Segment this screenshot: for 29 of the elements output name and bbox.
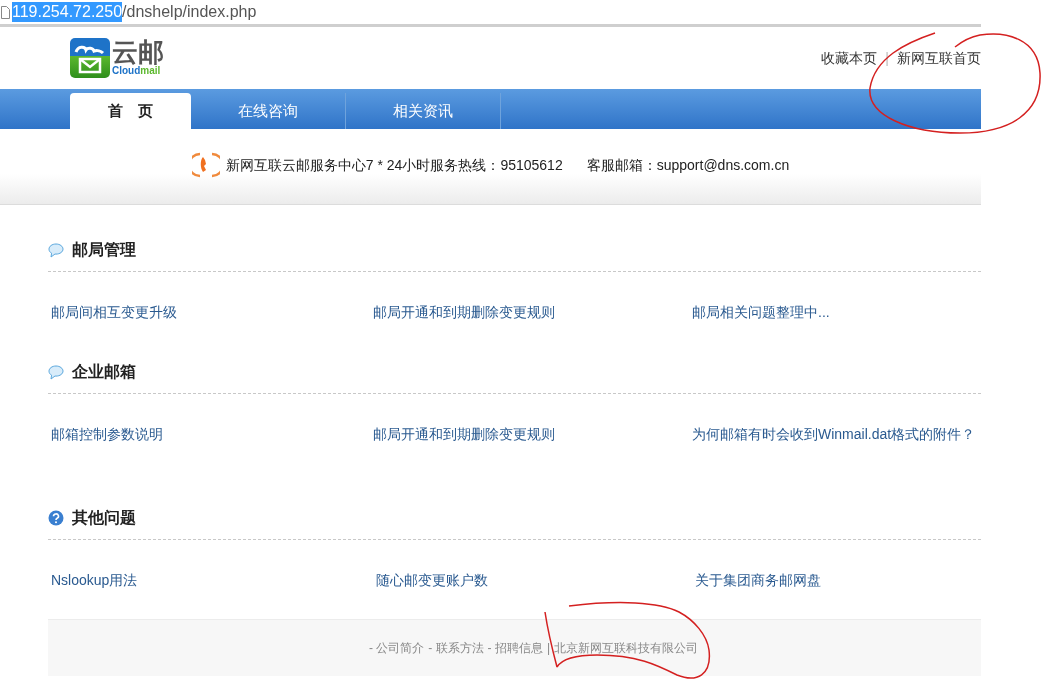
envelope-cloud-icon [70,38,110,78]
help-link[interactable]: 关于集团商务邮网盘 [695,570,821,591]
help-link[interactable]: 邮局开通和到期删除变更规则 [373,424,555,445]
nav-tab[interactable]: 首 页 [70,93,191,129]
help-icon [48,510,64,526]
help-link[interactable]: 邮局间相互变更升级 [51,302,177,323]
header-link[interactable]: 收藏本页 [821,47,878,69]
section-title: 其他问题 [72,507,136,529]
separator: | [546,640,551,657]
logo[interactable]: 云邮 Cloudmail [70,38,164,78]
logo-text: 云邮 [112,39,164,65]
help-link[interactable]: 为何邮箱有时会收到Winmail.dat格式的附件？ [692,424,976,445]
footer-link[interactable]: - 招聘信息 [487,639,543,657]
help-link[interactable]: 邮局相关问题整理中... [692,302,830,323]
speech-bubble-icon [48,364,64,380]
footer-link[interactable]: - 公司简介 [368,639,425,657]
logo-subtext: Cloudmail [112,65,161,77]
footer-link[interactable]: - 联系方法 [428,639,484,657]
speech-bubble-icon [48,242,64,258]
section-title: 企业邮箱 [72,361,136,383]
hotline-text: 新网互联云邮服务中心7 * 24小时服务热线：95105612 [225,156,563,175]
email-text: 客服邮箱：support@dns.com.cn [586,156,790,175]
help-link[interactable]: Nslookup用法 [51,570,138,591]
header-link[interactable]: 新网互联首页 [897,47,981,69]
help-link[interactable]: 邮局开通和到期删除变更规则 [373,302,555,323]
help-link[interactable]: 邮箱控制参数说明 [51,424,163,445]
help-link[interactable]: 随心邮变更账户数 [376,570,488,591]
section-title: 邮局管理 [72,239,136,261]
company-name: 北京新网互联科技有限公司 [554,640,699,657]
